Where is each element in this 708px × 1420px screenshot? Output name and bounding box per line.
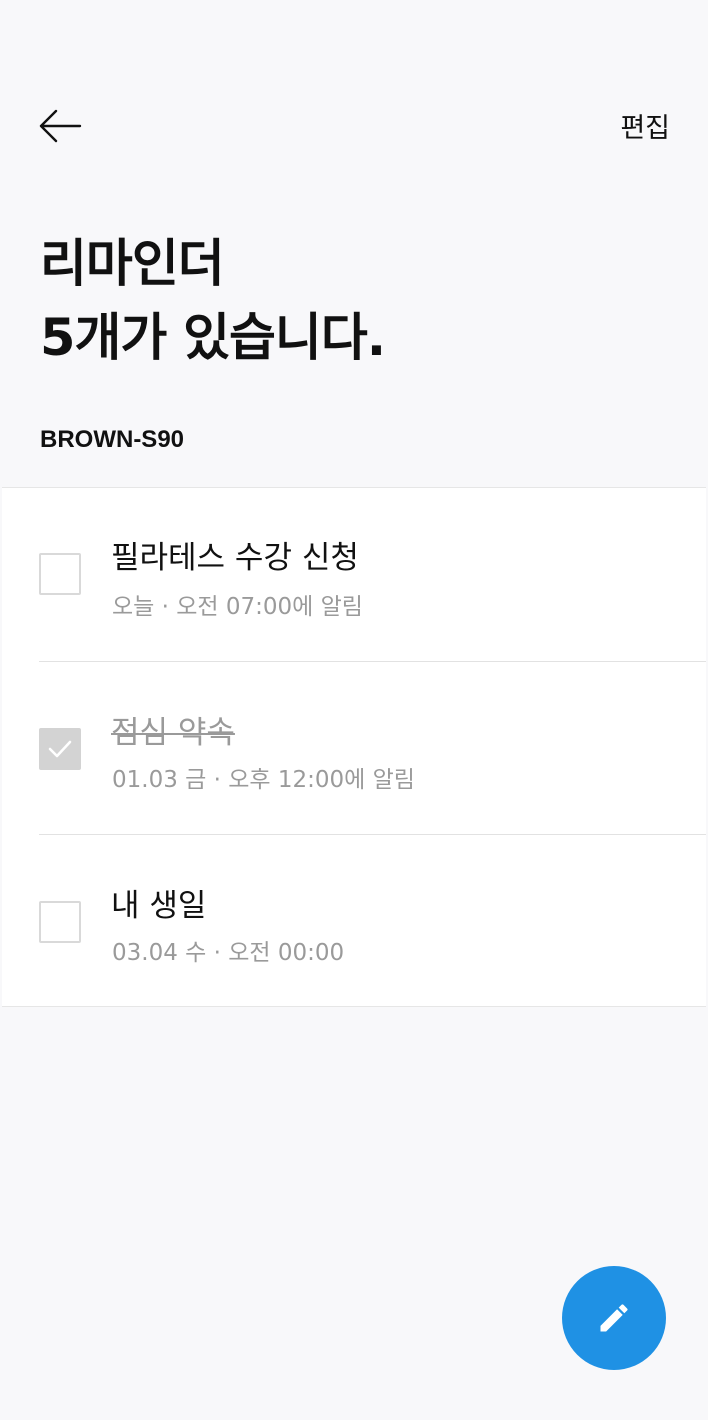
- arrow-left-icon: [39, 109, 82, 143]
- reminder-subtitle: 03.04 수 · 오전 00:00: [112, 940, 345, 966]
- reminder-subtitle: 오늘 · 오전 07:00에 알림: [112, 594, 363, 620]
- page-title-line1: 리마인더: [40, 235, 225, 294]
- pencil-icon: [600, 1304, 628, 1332]
- reminder-title: 필라테스 수강 신청: [111, 540, 359, 576]
- reminder-checkbox[interactable]: [39, 553, 81, 595]
- reminder-title: 점심 약속: [111, 715, 235, 751]
- reminder-list: 필라테스 수강 신청 오늘 · 오전 07:00에 알림 점심 약속 01.03…: [2, 487, 706, 1007]
- reminder-checkbox[interactable]: [39, 901, 81, 943]
- reminder-checkbox[interactable]: [39, 728, 81, 770]
- page-title-line2: 5개가 있습니다.: [40, 309, 386, 368]
- reminder-subtitle: 01.03 금 · 오후 12:00에 알림: [112, 767, 415, 793]
- reminder-title: 내 생일: [111, 888, 207, 924]
- checkmark-icon: [48, 740, 72, 758]
- device-name: BROWN-S90: [40, 426, 185, 453]
- reminder-item[interactable]: 필라테스 수강 신청 오늘 · 오전 07:00에 알림: [2, 488, 706, 661]
- reminder-item[interactable]: 점심 약속 01.03 금 · 오후 12:00에 알림: [2, 661, 706, 834]
- back-button[interactable]: [38, 104, 84, 148]
- new-reminder-button[interactable]: [562, 1266, 666, 1370]
- edit-button[interactable]: 편집: [620, 106, 670, 145]
- page-title: 리마인더 5개가 있습니다.: [40, 228, 386, 376]
- reminder-item[interactable]: 내 생일 03.04 수 · 오전 00:00: [2, 834, 706, 1007]
